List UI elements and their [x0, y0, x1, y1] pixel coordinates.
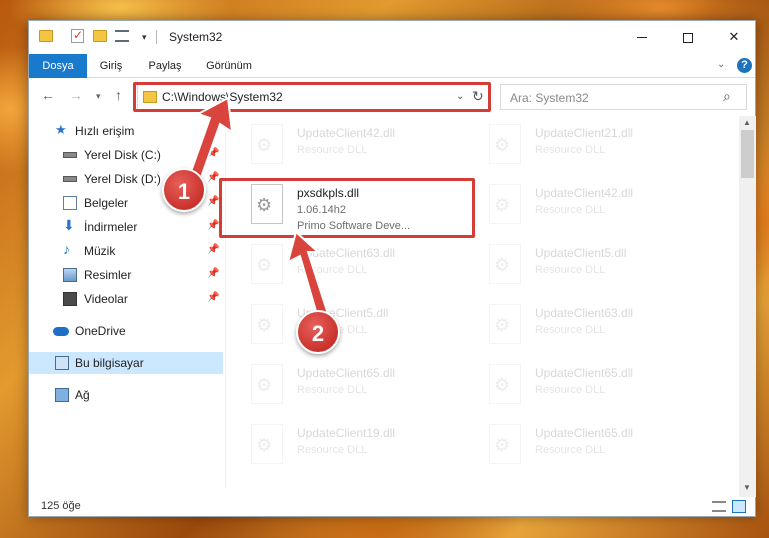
- arrow-to-dll-file: [286, 230, 330, 320]
- step-1-badge: 1: [162, 168, 206, 212]
- annotation-arrows: [186, 96, 330, 320]
- step-2-badge: 2: [296, 310, 340, 354]
